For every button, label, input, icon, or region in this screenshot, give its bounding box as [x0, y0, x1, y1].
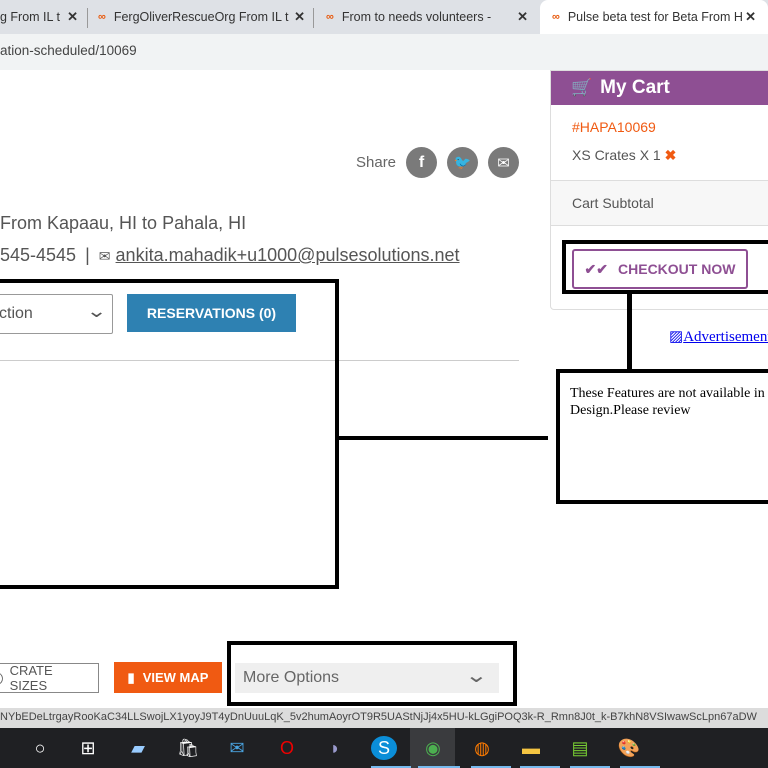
tab-1[interactable]: g From IL t ✕	[0, 0, 86, 34]
dolphin-app-icon[interactable]: ◗	[322, 736, 348, 760]
store-icon[interactable]: 🛍	[175, 736, 201, 760]
notepad-icon[interactable]: ▰	[125, 736, 151, 760]
close-tab-icon[interactable]: ✕	[745, 9, 756, 25]
annotation-box-more-options	[227, 641, 517, 706]
contact-line: 545-4545 | ✉ ankita.mahadik+u1000@pulses…	[0, 245, 460, 266]
annotation-box-checkout	[562, 240, 768, 294]
info-icon: ◯	[0, 670, 4, 686]
status-url-bar: NYbEDeLtrgayRooKaC34LLSwojLX1yoyJ9T4yDnU…	[0, 708, 768, 728]
tab-3[interactable]: ∞ From to needs volunteers - ✕	[314, 0, 536, 34]
taskbar: ○ ⊞ ▰ 🛍 ✉ O ◗ S ◉ ◍ ▬ ▤ 🎨	[0, 728, 768, 768]
paint-icon[interactable]: 🎨	[616, 736, 642, 760]
annotation-note: These Features are not available in Desi…	[556, 369, 768, 504]
file-explorer-icon[interactable]: ▬	[518, 736, 544, 760]
facebook-icon[interactable]: f	[406, 147, 437, 178]
cart-subtotal: Cart Subtotal	[551, 180, 768, 226]
close-tab-icon[interactable]: ✕	[294, 9, 305, 25]
email-icon[interactable]: ✉	[488, 147, 519, 178]
broken-image-icon: ▨	[669, 329, 684, 345]
mail-app-icon[interactable]: ✉	[224, 736, 250, 760]
tab-title: g From IL t	[0, 10, 60, 24]
crate-sizes-button[interactable]: ◯ CRATE SIZES	[0, 663, 99, 693]
subtotal-label: Cart Subtotal	[572, 195, 654, 211]
notepad-plus-icon[interactable]: ▤	[567, 736, 593, 760]
cart-title: My Cart	[600, 77, 670, 98]
status-url: NYbEDeLtrgayRooKaC34LLSwojLX1yoyJ9T4yDnU…	[0, 711, 757, 723]
crate-sizes-label: CRATE SIZES	[9, 663, 53, 693]
separator: |	[85, 245, 90, 265]
email-link[interactable]: ankita.mahadik+u1000@pulsesolutions.net	[116, 245, 460, 265]
search-circle-icon[interactable]: ○	[27, 736, 53, 760]
ad-alt-text: Advertisement	[683, 329, 768, 345]
skype-icon[interactable]: S	[371, 736, 397, 760]
cart-icon: 🛒	[571, 78, 593, 97]
close-tab-icon[interactable]: ✕	[67, 9, 78, 25]
tab-title: Pulse beta test for Beta From H	[567, 10, 743, 24]
annotation-text: These Features are not available in Desi…	[570, 386, 765, 418]
mail-icon: ✉	[98, 248, 111, 264]
map-icon: ▮	[127, 669, 135, 685]
close-tab-icon[interactable]: ✕	[517, 9, 528, 25]
cart-item: XS Crates X 1 ✖	[572, 147, 676, 164]
view-map-button[interactable]: ▮ VIEW MAP	[114, 662, 222, 693]
phone-text: 545-4545	[0, 245, 77, 265]
tab-2[interactable]: ∞ FergOliverRescueOrg From IL t ✕	[88, 0, 313, 34]
twitter-icon[interactable]: 🐦	[447, 147, 478, 178]
cart-item-label: XS Crates X 1	[572, 147, 661, 163]
tab-title: From to needs volunteers -	[341, 10, 492, 24]
annotation-connector	[338, 436, 548, 440]
tab-bar: g From IL t ✕ ∞ FergOliverRescueOrg From I…	[0, 0, 768, 34]
pulse-favicon-icon: ∞	[98, 11, 106, 23]
opera-icon[interactable]: O	[274, 736, 300, 760]
share-label: Share	[356, 154, 397, 171]
order-id: #HAPA10069	[572, 119, 656, 135]
advertisement-image-link[interactable]: ▨Advertisement	[669, 327, 768, 346]
url-text: ation-scheduled/10069	[0, 43, 137, 58]
view-map-label: VIEW MAP	[142, 670, 209, 685]
pulse-favicon-icon: ∞	[552, 11, 560, 23]
remove-item-icon[interactable]: ✖	[665, 147, 677, 163]
annotation-connector-vertical	[627, 292, 632, 372]
annotation-box-left	[0, 279, 339, 589]
firefox-icon[interactable]: ◍	[469, 736, 495, 760]
address-bar[interactable]: ation-scheduled/10069	[0, 34, 768, 70]
chrome-icon[interactable]: ◉	[420, 736, 446, 760]
tab-title: FergOliverRescueOrg From IL t	[113, 10, 289, 24]
cart-header: 🛒 My Cart	[551, 71, 768, 105]
route-text: From Kapaau, HI to Pahala, HI	[0, 213, 247, 233]
pulse-favicon-icon: ∞	[326, 11, 334, 23]
tab-4-active[interactable]: ∞ Pulse beta test for Beta From H ✕	[540, 0, 768, 34]
task-view-icon[interactable]: ⊞	[75, 736, 101, 760]
